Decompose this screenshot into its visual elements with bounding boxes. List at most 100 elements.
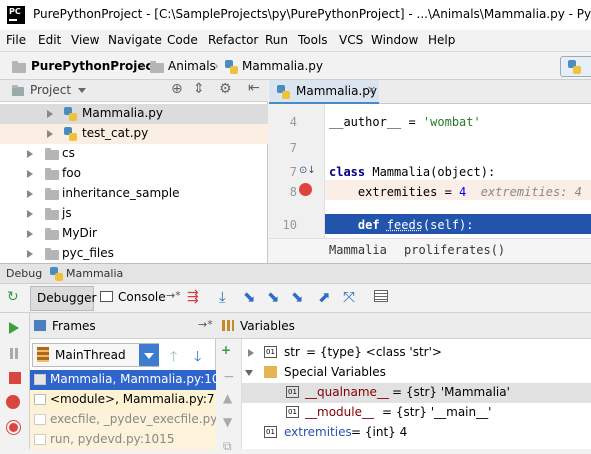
variable-row[interactable]: 01 __qualname__ = {str} 'Mammalia' (242, 383, 591, 403)
variable-row[interactable]: 01 extremities = {int} 4 (242, 423, 591, 443)
variable-row[interactable]: 01 __module__ = {str} '__main__' (242, 403, 591, 423)
tree-item-inheritance-sample[interactable]: inheritance_sample (0, 184, 268, 204)
code-line-8[interactable]: extremities = 4 extremities: 4 (329, 185, 582, 199)
variables-toolbar: + − ▲ ▼ ⧉ (216, 339, 242, 453)
force-step-into-icon[interactable]: ⬊ (291, 288, 304, 306)
evaluate-expression-icon[interactable] (374, 290, 388, 302)
code-line-10[interactable]: def feeds(self): (329, 218, 474, 232)
tab-debugger[interactable]: Debugger (30, 286, 96, 311)
code-editor: Mammalia.py × 4 __author__ = 'wombat' 7 … (269, 80, 591, 263)
chevron-down-icon[interactable] (78, 88, 86, 93)
menu-view[interactable]: View (71, 33, 99, 47)
mute-breakpoints-icon[interactable] (6, 420, 21, 435)
thread-selector[interactable]: MainThread (32, 343, 159, 367)
tree-item-js[interactable]: js (0, 204, 268, 224)
hide-icon[interactable]: ⇤ (248, 80, 260, 96)
stop-icon[interactable] (9, 372, 21, 384)
tree-item-foo[interactable]: foo (0, 164, 268, 184)
debug-toolbar: ↻ Debugger Console →* ⇶ ⤓ ⬊ ⬊ ⬊ ⬈ ⤧ (0, 284, 591, 313)
step-into-icon[interactable]: ⬊ (243, 288, 256, 306)
show-execution-point-icon[interactable]: ⇶ (187, 289, 199, 305)
expand-arrow-icon[interactable] (27, 210, 33, 218)
breakpoint-icon[interactable] (299, 183, 312, 196)
line-number: 10 (282, 218, 297, 232)
menu-refactor[interactable]: Refactor (208, 33, 258, 47)
step-over-icon[interactable]: ⤓ (219, 288, 226, 306)
pin-icon[interactable]: →* (198, 318, 213, 331)
tree-item-mammalia[interactable]: Mammalia.py (0, 104, 268, 124)
pause-icon[interactable] (10, 348, 13, 359)
new-watch-icon[interactable]: + (221, 343, 231, 357)
expand-arrow-icon[interactable] (27, 170, 33, 178)
frame-row[interactable]: <module>, Mammalia.py:7 (30, 390, 216, 410)
expand-arrow-icon[interactable] (27, 250, 33, 258)
move-down-icon[interactable]: ▼ (223, 415, 232, 429)
view-breakpoints-icon[interactable] (6, 395, 20, 409)
tree-item-pyc-files[interactable]: pyc_files (0, 244, 268, 264)
expand-arrow-icon[interactable] (27, 190, 33, 198)
folder-icon (45, 188, 59, 200)
collapse-arrow-icon[interactable] (245, 370, 253, 376)
breadcrumb-separator: › (140, 59, 145, 73)
crumb-method[interactable]: proliferates() (404, 243, 505, 257)
menu-run[interactable]: Run (265, 33, 288, 47)
menu-tools[interactable]: Tools (298, 33, 328, 47)
crumb-class[interactable]: Mammalia (329, 243, 387, 257)
frame-row[interactable]: run, pydevd.py:1015 (30, 430, 216, 450)
frame-row[interactable]: Mammalia, Mammalia.py:10 (30, 370, 220, 390)
menu-file[interactable]: File (6, 33, 26, 47)
expand-arrow-icon[interactable] (27, 230, 33, 238)
tab-label: Mammalia.py (296, 84, 377, 98)
run-to-cursor-icon[interactable]: ⤧ (343, 288, 355, 306)
rerun-icon[interactable]: ↻ (7, 289, 19, 305)
close-icon[interactable]: × (367, 83, 376, 96)
collapse-icon[interactable]: ⇕ (193, 81, 205, 97)
menu-edit[interactable]: Edit (38, 33, 61, 47)
expand-arrow-icon[interactable] (47, 110, 53, 118)
variable-row[interactable]: 01 str = {type} <class 'str'> (242, 343, 591, 363)
step-into-my-code-icon[interactable]: ⬊ (267, 288, 280, 306)
pin-tab-icon[interactable]: →* (166, 289, 181, 302)
tree-item-mydir[interactable]: MyDir (0, 224, 268, 244)
menu-help[interactable]: Help (428, 33, 455, 47)
line-number: 8 (289, 185, 297, 199)
breadcrumb-file[interactable]: Mammalia.py (242, 59, 323, 73)
breadcrumb-animals[interactable]: Animals (168, 59, 216, 73)
gear-icon[interactable]: ⚙ (219, 81, 232, 97)
resume-icon[interactable] (9, 322, 19, 334)
previous-frame-icon[interactable]: 🡑 (170, 346, 177, 370)
run-config-selector[interactable] (560, 56, 591, 77)
move-up-icon[interactable]: ▲ (223, 391, 232, 405)
frame-label: run, pydevd.py:1015 (50, 432, 175, 446)
tab-mammalia[interactable]: Mammalia.py × (269, 80, 379, 104)
duplicate-icon[interactable]: ⧉ (223, 439, 232, 454)
variable-row[interactable]: Special Variables (242, 363, 591, 383)
frame-label: <module>, Mammalia.py:7 (50, 392, 215, 406)
menu-navigate[interactable]: Navigate (108, 33, 162, 47)
remove-watch-icon[interactable]: − (223, 369, 235, 385)
menu-code[interactable]: Code (167, 33, 198, 47)
next-frame-icon[interactable]: 🡓 (194, 346, 201, 370)
folder-icon (45, 168, 59, 180)
menu-vcs[interactable]: VCS (339, 33, 363, 47)
step-out-icon[interactable]: ⬈ (318, 288, 331, 306)
menu-window[interactable]: Window (371, 33, 418, 47)
frame-icon (34, 434, 46, 445)
tree-item-label: test_cat.py (82, 126, 149, 140)
editor-tab-bar: Mammalia.py × (269, 80, 591, 104)
python-file-icon (225, 60, 238, 74)
frame-label: execfile, _pydev_execfile.py:18 (50, 412, 236, 426)
frame-row[interactable]: execfile, _pydev_execfile.py:18 (30, 410, 236, 430)
field-icon: 01 (264, 346, 277, 358)
locate-icon[interactable]: ⊕ (171, 81, 183, 97)
code-line-4[interactable]: __author__ = 'wombat' (329, 115, 481, 129)
expand-arrow-icon[interactable] (248, 349, 254, 357)
override-marker-icon[interactable]: ⊙↓ (299, 165, 316, 176)
expand-arrow-icon[interactable] (47, 130, 53, 138)
tree-item-cs[interactable]: cs (0, 144, 268, 164)
tab-console[interactable]: Console (118, 290, 166, 304)
tree-item-test-cat[interactable]: test_cat.py (0, 124, 268, 144)
code-line-7[interactable]: class Mammalia(object): (329, 165, 495, 179)
expand-arrow-icon[interactable] (27, 150, 33, 158)
frame-icon (34, 374, 46, 385)
